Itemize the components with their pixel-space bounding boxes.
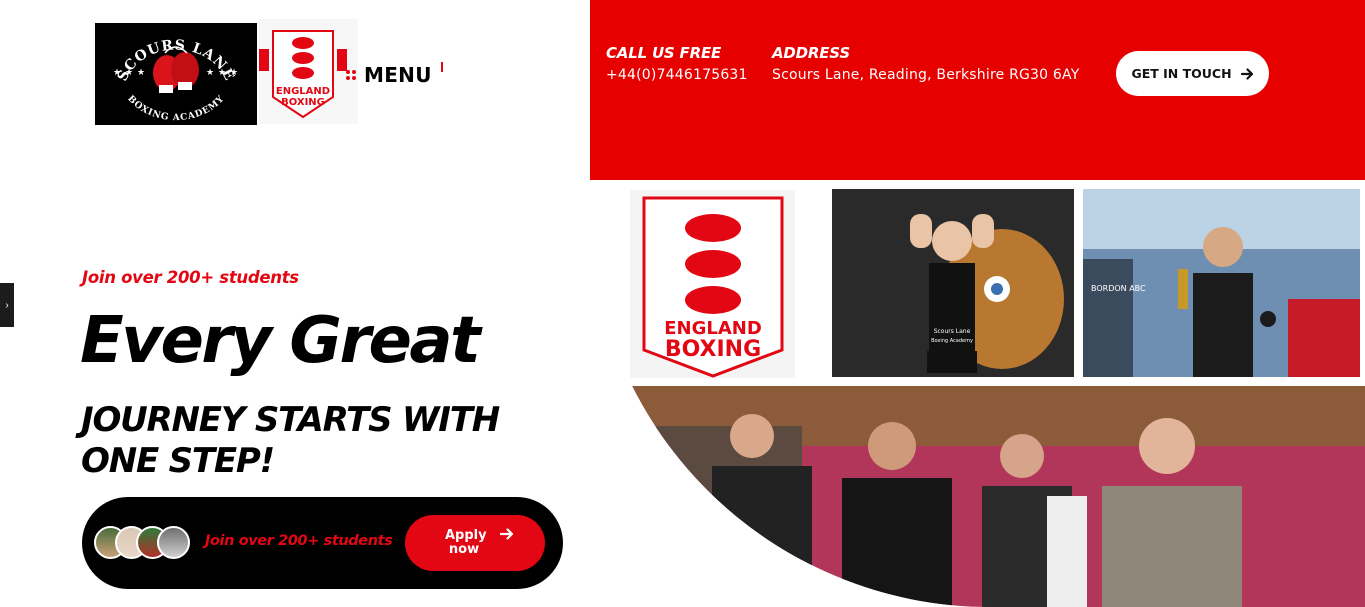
trophy-winner-photo: BORDON ABC — [1083, 189, 1360, 377]
team-group-photo — [602, 386, 1365, 607]
svg-text:★: ★ — [113, 68, 121, 78]
svg-text:★: ★ — [230, 68, 238, 78]
get-in-touch-label: GET IN TOUCH — [1131, 66, 1232, 81]
scours-lane-logo[interactable]: SCOURS LANE BOXING ACADEMY ★ ★ ★ ★ ★ ★ — [95, 23, 257, 125]
hero-tagline: Join over 200+ students — [82, 268, 299, 287]
hero-headline: Every Great — [80, 304, 481, 378]
svg-text:★: ★ — [218, 68, 226, 78]
england-boxing-logo[interactable]: ENGLAND BOXING — [259, 19, 358, 124]
svg-text:★: ★ — [206, 68, 214, 78]
svg-text:★: ★ — [137, 68, 145, 78]
arrow-right-icon — [500, 528, 514, 540]
call-info: CALL US FREE +44(0)7446175631 — [606, 44, 748, 83]
hero-photo-collage: ENGLAND BOXING Scours Lane Boxing Academ… — [590, 180, 1365, 607]
poster-text-2: BOXING — [665, 337, 761, 362]
apply-now-button[interactable]: Apply now — [405, 515, 545, 571]
call-title: CALL US FREE — [606, 44, 722, 62]
phone-link[interactable]: +44(0)7446175631 — [606, 67, 748, 83]
poster-text-1: ENGLAND — [664, 318, 762, 339]
address-info: ADDRESS Scours Lane, Reading, Berkshire … — [772, 44, 1079, 83]
logo-text-bottom: BOXING ACADEMY — [125, 94, 226, 123]
address-value: Scours Lane, Reading, Berkshire RG30 6AY — [772, 67, 1080, 83]
address-title: ADDRESS — [772, 44, 850, 62]
vest-text-1: Scours Lane — [934, 328, 971, 335]
get-in-touch-button[interactable]: GET IN TOUCH — [1116, 51, 1269, 96]
avatar — [157, 526, 190, 559]
menu-button[interactable]: MENU — [346, 62, 432, 88]
vest-text-2: Boxing Academy — [931, 338, 973, 344]
cta-text: Join over 200+ students — [205, 533, 393, 549]
hero-subheadline: JOURNEY STARTS WITH ONE STEP! — [81, 400, 500, 481]
apply-now-label: Apply now — [445, 528, 487, 557]
cta-bar: Join over 200+ students Apply now — [82, 497, 563, 589]
menu-dots-icon — [346, 69, 358, 81]
young-boxer-photo: Scours Lane Boxing Academy — [832, 189, 1074, 377]
contact-bar: CALL US FREE +44(0)7446175631 ADDRESS Sc… — [590, 0, 1365, 180]
england-logo-text-2: BOXING — [281, 97, 325, 108]
england-boxing-poster: ENGLAND BOXING — [630, 190, 795, 378]
chevron-right-icon: › — [5, 299, 9, 311]
side-panel-toggle[interactable]: › — [0, 283, 14, 327]
divider — [441, 62, 443, 72]
england-logo-text-1: ENGLAND — [276, 86, 330, 97]
arrow-right-icon — [1240, 67, 1253, 80]
banner-text: BORDON ABC — [1091, 284, 1146, 293]
svg-text:★: ★ — [125, 68, 133, 78]
menu-label: MENU — [364, 63, 432, 87]
svg-text:BOXING ACADEMY: BOXING ACADEMY — [125, 94, 226, 123]
